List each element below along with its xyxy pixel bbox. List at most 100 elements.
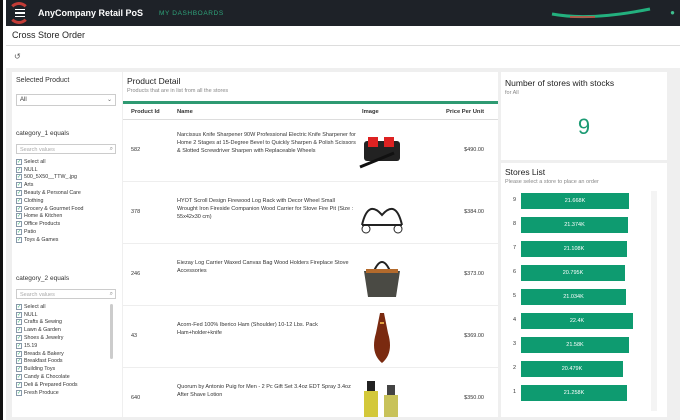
decorative-swoosh-icon xyxy=(551,7,651,19)
product-detail-subtitle: Products that are in list from all the s… xyxy=(127,88,229,94)
filter-option-label: Select all xyxy=(24,158,46,165)
category1-search-input[interactable]: Search values ⌕ xyxy=(16,144,116,154)
checkbox-icon[interactable]: ✓ xyxy=(16,389,22,396)
store-stock-bar[interactable]: 22.4K xyxy=(521,313,633,329)
checkbox-icon[interactable]: ✓ xyxy=(16,311,22,318)
knife-sharpener-image xyxy=(359,137,400,169)
store-bar-row[interactable]: 4 22.4K xyxy=(501,311,667,333)
checkbox-icon[interactable]: ✓ xyxy=(16,174,22,181)
filter-option[interactable]: ✓ Select all xyxy=(16,158,120,166)
product-name-cell: Quorum by Antonio Puig for Men - 2 Pc Gi… xyxy=(177,384,351,398)
category2-search-input[interactable]: Search values ⌕ xyxy=(16,289,116,299)
checkbox-icon[interactable]: ✓ xyxy=(16,342,22,349)
checkbox-icon[interactable]: ✓ xyxy=(16,374,22,381)
checkbox-icon[interactable]: ✓ xyxy=(16,197,22,204)
category2-scrollbar[interactable] xyxy=(110,304,113,359)
checkbox-icon[interactable]: ✓ xyxy=(16,236,22,243)
filter-option[interactable]: ✓ Patio xyxy=(16,228,120,236)
table-row[interactable]: 378 HYOT Scroll Design Firewood Log Rack … xyxy=(123,183,498,244)
store-stock-bar[interactable]: 21.374K xyxy=(521,217,628,233)
store-stock-bar[interactable]: 21.108K xyxy=(521,241,627,257)
filter-option-label: Deli & Prepared Foods xyxy=(24,381,78,388)
store-stock-bar[interactable]: 20.795K xyxy=(521,265,625,281)
store-bar-row[interactable]: 7 21.108K xyxy=(501,239,667,261)
store-bar-row[interactable]: 5 21.034K xyxy=(501,287,667,309)
store-id-label: 4 xyxy=(513,317,517,323)
filter-option[interactable]: ✓ Breads & Bakery xyxy=(16,350,120,358)
table-row[interactable]: 43 Acorn-Fed 100% Iberico Ham (Shoulder) … xyxy=(123,307,498,368)
checkbox-icon[interactable]: ✓ xyxy=(16,327,22,334)
checkbox-icon[interactable]: ✓ xyxy=(16,335,22,342)
store-stock-bar[interactable]: 21.668K xyxy=(521,193,629,209)
reset-icon[interactable]: ↺ xyxy=(14,52,21,61)
filter-option-label: Lawn & Garden xyxy=(24,327,61,334)
selected-product-dropdown[interactable]: All ⌄ xyxy=(16,94,116,106)
user-icon[interactable]: ● xyxy=(670,8,675,17)
checkbox-icon[interactable]: ✓ xyxy=(16,303,22,310)
filter-option-label: Grocery & Gourmet Food xyxy=(24,205,84,212)
log-rack-image xyxy=(361,207,403,234)
store-bar-row[interactable]: 6 20.795K xyxy=(501,263,667,285)
filter-option[interactable]: ✓ 500_5X50__TTW_.jpg xyxy=(16,174,120,182)
product-name-cell: Narcissus Knife Sharpener 90W Profession… xyxy=(177,132,356,154)
column-header-name[interactable]: Name xyxy=(177,109,193,115)
filter-option[interactable]: ✓ Select all xyxy=(16,303,120,311)
checkbox-icon[interactable]: ✓ xyxy=(16,366,22,373)
store-bar-row[interactable]: 8 21.374K xyxy=(501,215,667,237)
checkbox-icon[interactable]: ✓ xyxy=(16,229,22,236)
store-stock-bar[interactable]: 21.258K xyxy=(521,385,627,401)
store-bar-row[interactable]: 3 21.58K xyxy=(501,335,667,357)
store-id-label: 5 xyxy=(513,293,517,299)
category1-label: category_1 equals xyxy=(16,130,70,137)
store-bar-row[interactable]: 1 21.258K xyxy=(501,383,667,405)
filter-option[interactable]: ✓ Fresh Produce xyxy=(16,389,120,397)
table-row[interactable]: 640 Quorum by Antonio Puig for Men - 2 Pc… xyxy=(123,369,498,417)
checkbox-icon[interactable]: ✓ xyxy=(16,205,22,212)
checkbox-icon[interactable]: ✓ xyxy=(16,190,22,197)
store-bar-row[interactable]: 2 20.479K xyxy=(501,359,667,381)
filter-option[interactable]: ✓ Beauty & Personal Care xyxy=(16,189,120,197)
product-name-cell: HYOT Scroll Design Firewood Log Rack wit… xyxy=(177,198,354,220)
filter-option[interactable]: ✓ Building Toys xyxy=(16,365,120,373)
store-bar-row[interactable]: 9 21.668K xyxy=(501,191,667,213)
checkbox-icon[interactable]: ✓ xyxy=(16,166,22,173)
checkbox-icon[interactable]: ✓ xyxy=(16,213,22,220)
filter-option[interactable]: ✓ Grocery & Gourmet Food xyxy=(16,205,120,213)
column-header-price[interactable]: Price Per Unit xyxy=(446,109,484,115)
store-stock-bar[interactable]: 20.479K xyxy=(521,361,623,377)
filter-option-label: Clothing xyxy=(24,197,44,204)
selected-product-label: Selected Product xyxy=(16,77,70,84)
store-stock-bar[interactable]: 21.034K xyxy=(521,289,626,305)
checkbox-icon[interactable]: ✓ xyxy=(16,158,22,165)
product-id-cell: 582 xyxy=(131,147,141,153)
filter-option-label: Shoes & Jewelry xyxy=(24,335,64,342)
filter-option[interactable]: ✓ Shoes & Jewelry xyxy=(16,334,120,342)
filter-option[interactable]: ✓ NULL xyxy=(16,311,120,319)
filter-option[interactable]: ✓ Toys & Games xyxy=(16,236,120,244)
filter-option[interactable]: ✓ Crafts & Sewing xyxy=(16,319,120,327)
filter-option[interactable]: ✓ Deli & Prepared Foods xyxy=(16,381,120,389)
filter-option[interactable]: ✓ 15.19 xyxy=(16,342,120,350)
filter-option[interactable]: ✓ Clothing xyxy=(16,197,120,205)
table-row[interactable]: 582 Narcissus Knife Sharpener 90W Profess… xyxy=(123,121,498,182)
checkbox-icon[interactable]: ✓ xyxy=(16,358,22,365)
checkbox-icon[interactable]: ✓ xyxy=(16,221,22,228)
table-row[interactable]: 246 Eiezay Log Carrier Waxed Canvas Bag W… xyxy=(123,245,498,306)
checkbox-icon[interactable]: ✓ xyxy=(16,350,22,357)
price-cell: $373.00 xyxy=(464,271,484,277)
filter-option[interactable]: ✓ Home & Kitchen xyxy=(16,213,120,221)
filter-option[interactable]: ✓ NULL xyxy=(16,166,120,174)
filter-option[interactable]: ✓ Office Products xyxy=(16,220,120,228)
column-header-image[interactable]: Image xyxy=(362,109,379,115)
column-header-id[interactable]: Product Id xyxy=(131,109,160,115)
checkbox-icon[interactable]: ✓ xyxy=(16,319,22,326)
filter-option[interactable]: ✓ Lawn & Garden xyxy=(16,326,120,334)
checkbox-icon[interactable]: ✓ xyxy=(16,381,22,388)
my-dashboards-link[interactable]: MY DASHBOARDS xyxy=(159,10,224,17)
filter-option[interactable]: ✓ Candy & Chocolate xyxy=(16,373,120,381)
store-stock-bar[interactable]: 21.58K xyxy=(521,337,629,353)
checkbox-icon[interactable]: ✓ xyxy=(16,182,22,189)
filter-option[interactable]: ✓ Breakfast Foods xyxy=(16,358,120,366)
app-title: AnyCompany Retail PoS xyxy=(38,8,144,18)
filter-option[interactable]: ✓ Arts xyxy=(16,181,120,189)
